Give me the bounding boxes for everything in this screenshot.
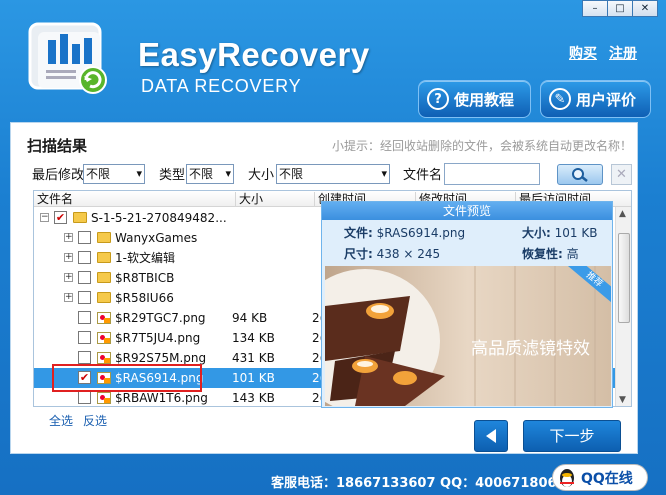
row-checkbox[interactable]: [78, 231, 91, 244]
reviews-button[interactable]: ✎ 用户评价: [540, 80, 651, 118]
back-button[interactable]: [474, 420, 508, 452]
preview-file-value: $RAS6914.png: [376, 226, 466, 240]
preview-image-caption: 高品质滤镜特效: [471, 339, 590, 359]
row-checkbox[interactable]: ✔: [54, 211, 67, 224]
reviews-label: 用户评价: [576, 90, 637, 109]
scroll-thumb[interactable]: [618, 233, 630, 323]
preview-file: 文件: $RAS6914.png: [344, 224, 465, 241]
type-filter-label: 类型: [159, 168, 186, 183]
size-filter-label: 大小: [248, 168, 275, 183]
row-size: 134 KB: [232, 331, 275, 345]
folder-icon: [97, 252, 111, 263]
preview-file-label: 文件:: [344, 226, 373, 240]
expand-icon[interactable]: +: [64, 293, 73, 302]
brand-title: EasyRecovery: [138, 36, 370, 73]
filename-filter-label: 文件名: [403, 168, 443, 183]
qq-online-button[interactable]: QQ在线: [552, 464, 648, 491]
folder-icon: [73, 212, 87, 223]
expand-icon[interactable]: +: [64, 273, 73, 282]
file-preview-panel: 文件预览 文件: $RAS6914.png 大小: 101 KB 尺寸: 438…: [321, 201, 613, 408]
row-filename: WanyxGames: [115, 231, 198, 245]
selection-links: 全选 反选: [49, 412, 107, 429]
clear-button[interactable]: ✕: [611, 164, 632, 185]
folder-icon: [97, 272, 111, 283]
preview-title: 文件预览: [322, 202, 612, 220]
selection-highlight: [52, 364, 202, 392]
close-icon: ✕: [616, 167, 627, 182]
row-size: 431 KB: [232, 351, 275, 365]
preview-size: 大小: 101 KB: [522, 224, 597, 241]
row-checkbox[interactable]: [78, 311, 91, 324]
tip-text: 小提示：经回收站删除的文件，会被系统自动更改名称！: [331, 139, 632, 153]
preview-recover-label: 恢复性:: [522, 247, 563, 261]
modified-filter-label: 最后修改: [32, 168, 85, 183]
row-filename: $R29TGC7.png: [115, 311, 206, 325]
type-filter-select[interactable]: 不限: [186, 164, 234, 184]
image-file-icon: [97, 392, 111, 404]
row-size: 101 KB: [232, 371, 275, 385]
preview-dims-label: 尺寸:: [344, 247, 373, 261]
scroll-down-icon[interactable]: ▼: [619, 395, 626, 405]
image-file-icon: [97, 332, 111, 344]
row-filename: $R8TBICB: [115, 271, 175, 285]
scan-results-title: 扫描结果: [27, 137, 88, 155]
row-checkbox[interactable]: [78, 351, 91, 364]
row-checkbox[interactable]: [78, 271, 91, 284]
preview-dimensions: 尺寸: 438 × 245: [344, 245, 440, 262]
folder-icon: [97, 232, 111, 243]
maximize-button[interactable]: □: [607, 0, 633, 17]
qq-online-label: QQ在线: [581, 470, 633, 487]
row-filename: 1-软文编辑: [115, 251, 175, 265]
window-controls: – □ ✕: [582, 0, 658, 17]
preview-size-label: 大小:: [522, 226, 551, 240]
buy-link[interactable]: 购买: [569, 43, 597, 63]
row-filename: S-1-5-21-270849482...: [91, 211, 227, 225]
preview-recover-value: 高: [566, 247, 579, 261]
row-checkbox[interactable]: [78, 331, 91, 344]
modified-filter-select[interactable]: 不限: [83, 164, 145, 184]
folder-icon: [97, 292, 111, 303]
row-checkbox[interactable]: [78, 291, 91, 304]
search-button[interactable]: [557, 164, 603, 185]
back-arrow-icon: [486, 429, 496, 443]
row-checkbox[interactable]: [78, 251, 91, 264]
question-icon: ?: [427, 88, 449, 110]
vertical-scrollbar[interactable]: ▲ ▼: [615, 207, 631, 406]
close-button[interactable]: ✕: [632, 0, 658, 17]
select-all-link[interactable]: 全选: [49, 412, 73, 429]
top-links: 购买 注册: [569, 43, 637, 63]
row-filename: $R7T5JU4.png: [115, 331, 201, 345]
qq-penguin-icon: [560, 468, 574, 487]
row-size: 143 KB: [232, 391, 275, 405]
search-icon: [572, 167, 588, 182]
register-link[interactable]: 注册: [609, 43, 637, 63]
expand-icon[interactable]: +: [64, 253, 73, 262]
minimize-button[interactable]: –: [582, 0, 608, 17]
filename-input[interactable]: [444, 163, 540, 185]
tutorial-label: 使用教程: [454, 90, 515, 109]
size-filter-select[interactable]: 不限: [276, 164, 390, 184]
app-logo-icon: [28, 22, 107, 94]
comment-icon: ✎: [549, 88, 571, 110]
preview-size-value: 101 KB: [554, 226, 598, 240]
collapse-icon[interactable]: −: [40, 213, 49, 222]
image-file-icon: [97, 312, 111, 324]
brand-subtitle: DATA RECOVERY: [141, 76, 302, 96]
row-size: 94 KB: [232, 311, 268, 325]
column-filename[interactable]: 文件名: [34, 192, 73, 207]
column-size[interactable]: 大小: [235, 192, 263, 207]
invert-selection-link[interactable]: 反选: [83, 412, 107, 429]
row-checkbox[interactable]: [78, 391, 91, 404]
expand-icon[interactable]: +: [64, 233, 73, 242]
preview-image: 高品质滤镜特效 推荐: [325, 266, 611, 406]
next-button[interactable]: 下一步: [523, 420, 621, 452]
preview-recoverability: 恢复性: 高: [522, 245, 579, 262]
scroll-up-icon[interactable]: ▲: [619, 209, 626, 219]
tutorial-button[interactable]: ? 使用教程: [418, 80, 531, 118]
row-filename: $R58IU66: [115, 291, 174, 305]
preview-dims-value: 438 × 245: [376, 247, 441, 261]
app-window: – □ ✕ EasyRecovery DATA RECOVERY 购买 注册 ?…: [0, 0, 666, 495]
contact-info: 客服电话：18667133607 QQ：4006718068: [271, 476, 566, 491]
image-file-icon: [97, 352, 111, 364]
